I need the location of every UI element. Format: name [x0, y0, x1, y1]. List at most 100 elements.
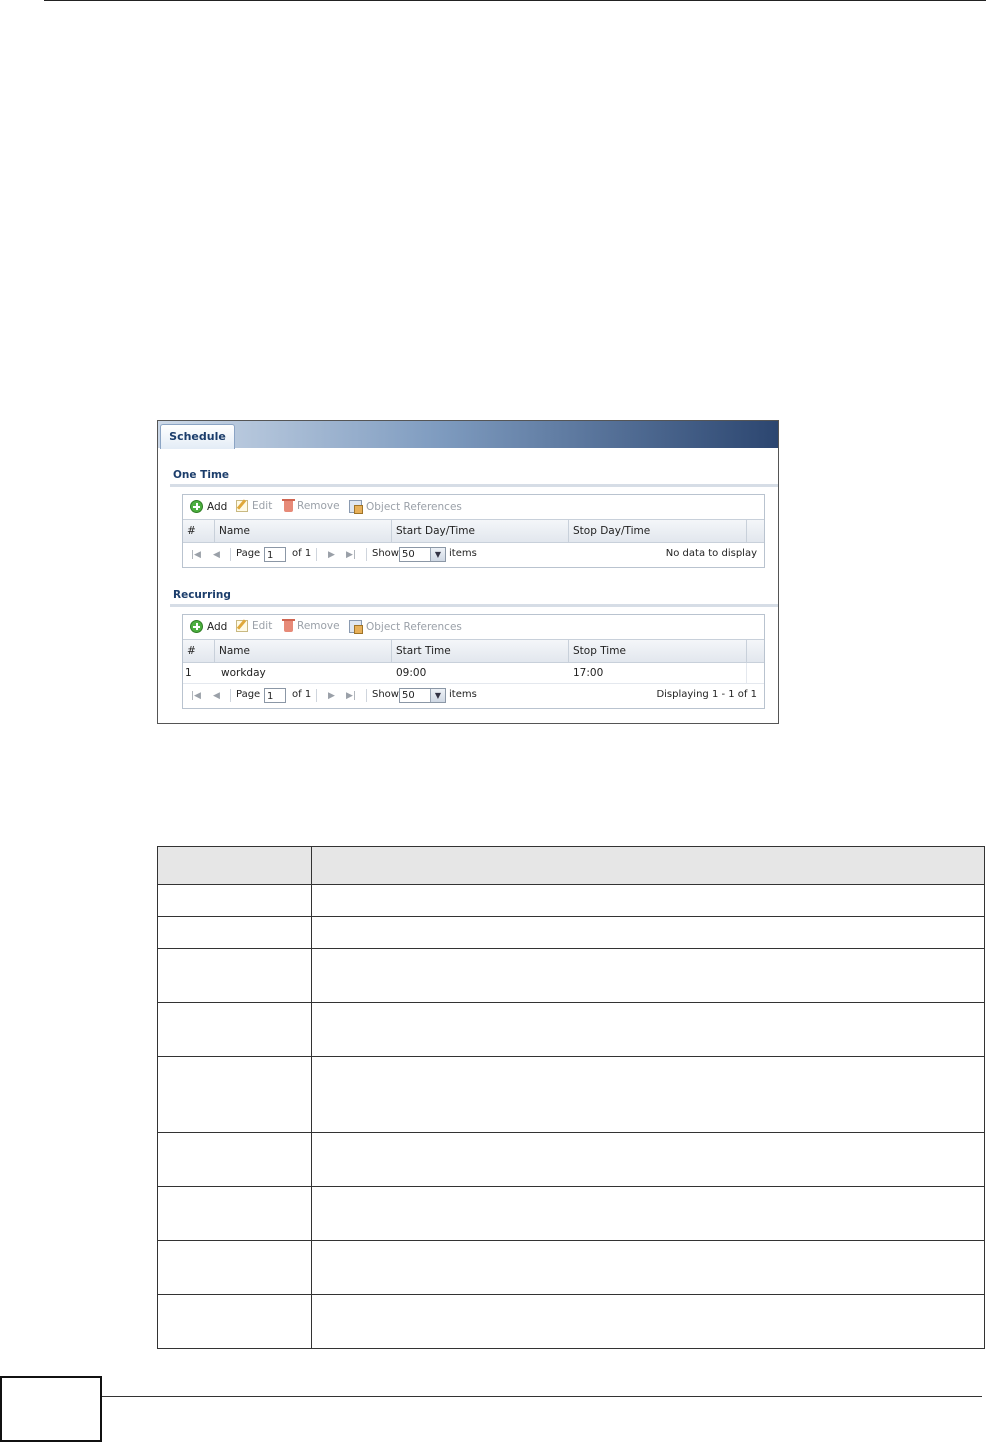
- recurring-remove-button[interactable]: Remove: [282, 618, 340, 632]
- trash-icon: [282, 498, 295, 512]
- column-header-number[interactable]: #: [183, 520, 215, 542]
- last-page-icon[interactable]: ▶|: [346, 550, 356, 560]
- one-time-toolbar: Add Edit Remove Object References: [183, 495, 764, 519]
- page-label: Page: [236, 689, 261, 700]
- edit-label: Edit: [252, 500, 273, 512]
- one-time-grid: Add Edit Remove Object References # Name…: [182, 494, 765, 568]
- items-per-page-value: 50: [402, 690, 415, 701]
- one-time-pager: |◀ ◀ Page 1 of 1 ▶ ▶| Show 50 ▼ items No…: [183, 543, 764, 567]
- row-number: 1: [185, 667, 192, 679]
- page-of-label: of 1: [292, 548, 312, 559]
- one-time-add-button[interactable]: Add: [190, 500, 227, 513]
- add-label: Add: [207, 620, 228, 633]
- pager-divider: [316, 689, 317, 702]
- column-header-start[interactable]: Start Day/Time: [392, 520, 569, 542]
- pager-status: Displaying 1 - 1 of 1: [656, 689, 757, 700]
- table-cell: [311, 1056, 985, 1133]
- edit-icon: [236, 500, 248, 512]
- show-label: Show: [372, 548, 399, 559]
- table-row: [157, 884, 985, 917]
- one-time-edit-button[interactable]: Edit: [236, 500, 272, 512]
- column-header-start[interactable]: Start Time: [392, 640, 569, 662]
- schedule-panel: Schedule One Time Add Edit Remove Object…: [157, 420, 779, 724]
- page-number-input[interactable]: 1: [264, 688, 286, 703]
- first-page-icon[interactable]: |◀: [191, 550, 201, 560]
- recurring-table-header: # Name Start Time Stop Time: [183, 639, 764, 663]
- row-name: workday: [221, 667, 266, 679]
- table-cell: [157, 1056, 312, 1133]
- recurring-grid: Add Edit Remove Object References # Name…: [182, 614, 765, 709]
- column-header-number[interactable]: #: [183, 640, 215, 662]
- row-stop-time: 17:00: [569, 663, 747, 683]
- first-page-icon[interactable]: |◀: [191, 691, 201, 701]
- previous-page-icon[interactable]: ◀: [213, 691, 220, 701]
- header-cell: [157, 846, 312, 885]
- recurring-pager: |◀ ◀ Page 1 of 1 ▶ ▶| Show 50 ▼ items Di…: [183, 684, 764, 708]
- previous-page-icon[interactable]: ◀: [213, 550, 220, 560]
- items-per-page-select[interactable]: 50 ▼: [399, 547, 446, 562]
- table-cell: [311, 1132, 985, 1187]
- table-cell: [311, 884, 985, 917]
- table-cell: [157, 884, 312, 917]
- table-row: [157, 916, 985, 949]
- tab-schedule[interactable]: Schedule: [160, 424, 235, 449]
- table-cell: [157, 948, 312, 1003]
- remove-label: Remove: [297, 500, 340, 512]
- next-page-icon[interactable]: ▶: [328, 691, 335, 701]
- one-time-table-header: # Name Start Day/Time Stop Day/Time: [183, 519, 764, 543]
- field-description-table: [157, 846, 985, 1349]
- pager-divider: [316, 548, 317, 561]
- column-header-name[interactable]: Name: [215, 640, 392, 662]
- recurring-references-button[interactable]: Object References: [349, 620, 462, 634]
- page-of-label: of 1: [292, 689, 312, 700]
- pager-divider: [366, 689, 367, 702]
- show-label: Show: [372, 689, 399, 700]
- column-header-stop[interactable]: Stop Time: [569, 640, 747, 662]
- table-cell: [157, 1240, 312, 1295]
- last-page-icon[interactable]: ▶|: [346, 691, 356, 701]
- table-row[interactable]: 1 workday 09:00 17:00: [183, 663, 764, 684]
- panel-header: Schedule: [158, 421, 778, 449]
- table-row: [157, 1056, 985, 1133]
- recurring-toolbar: Add Edit Remove Object References: [183, 615, 764, 639]
- next-page-icon[interactable]: ▶: [328, 550, 335, 560]
- table-row: [157, 1132, 985, 1187]
- items-per-page-select[interactable]: 50 ▼: [399, 688, 446, 703]
- references-label: Object References: [366, 500, 462, 513]
- recurring-add-button[interactable]: Add: [190, 620, 227, 633]
- column-header-name[interactable]: Name: [215, 520, 392, 542]
- top-rule: [44, 0, 986, 1]
- one-time-remove-button[interactable]: Remove: [282, 498, 340, 512]
- trash-icon: [282, 618, 295, 632]
- footer-rule: [100, 1396, 982, 1397]
- edit-label: Edit: [252, 620, 273, 632]
- chevron-down-icon: ▼: [430, 548, 445, 561]
- pager-divider: [230, 548, 231, 561]
- table-header-row: [157, 846, 985, 885]
- table-row: [157, 1186, 985, 1241]
- remove-label: Remove: [297, 620, 340, 632]
- page-number-box: [0, 1376, 102, 1442]
- one-time-references-button[interactable]: Object References: [349, 500, 462, 514]
- pager-status: No data to display: [665, 548, 757, 559]
- references-label: Object References: [366, 620, 462, 633]
- pager-divider: [230, 689, 231, 702]
- table-cell: [311, 948, 985, 1003]
- table-cell: [157, 1294, 312, 1349]
- one-time-title: One Time: [173, 469, 230, 481]
- items-label: items: [449, 548, 477, 559]
- add-icon: [190, 620, 203, 633]
- add-icon: [190, 500, 203, 513]
- object-references-icon: [349, 620, 363, 634]
- table-row: [157, 1002, 985, 1057]
- chevron-down-icon: ▼: [430, 689, 445, 702]
- recurring-title: Recurring: [173, 589, 231, 601]
- column-header-stop[interactable]: Stop Day/Time: [569, 520, 747, 542]
- pager-divider: [366, 548, 367, 561]
- page-number-input[interactable]: 1: [264, 547, 286, 562]
- section-divider: [170, 604, 778, 607]
- table-cell: [157, 1132, 312, 1187]
- recurring-edit-button[interactable]: Edit: [236, 620, 272, 632]
- items-per-page-value: 50: [402, 549, 415, 560]
- object-references-icon: [349, 500, 363, 514]
